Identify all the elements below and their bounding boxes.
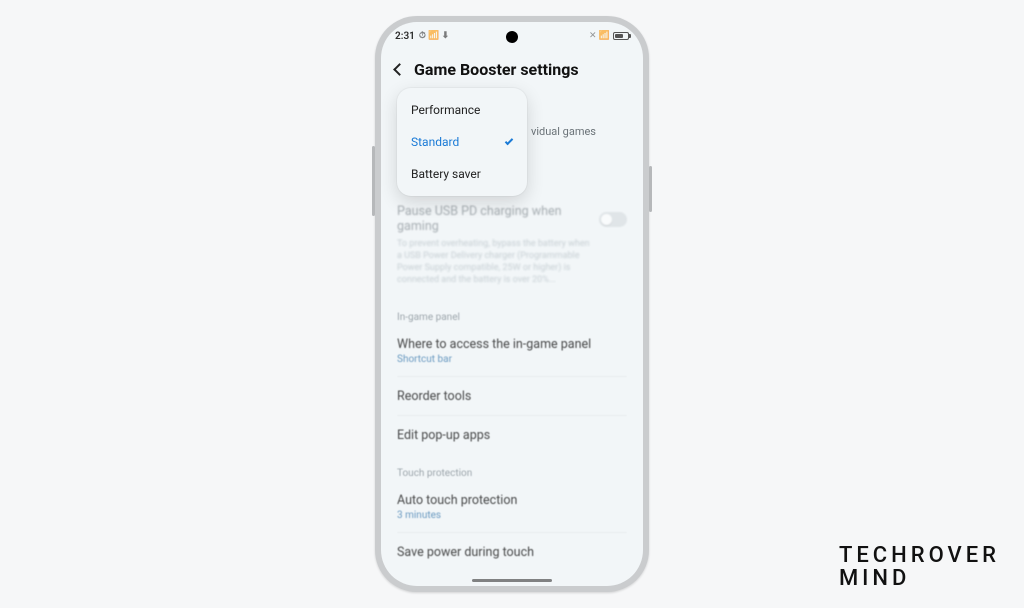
toggle-knob <box>601 214 612 225</box>
pause-usb-title: Pause USB PD charging when gaming <box>397 204 591 234</box>
row-auto-touch-protection[interactable]: Auto touch protection 3 minutes <box>397 483 627 530</box>
divider <box>397 532 627 533</box>
perf-option-label: Battery saver <box>411 167 481 181</box>
watermark: TECHROVER MIND <box>839 544 1000 590</box>
power-button <box>649 166 652 212</box>
pause-usb-desc: To prevent overheating, bypass the batte… <box>397 238 591 287</box>
status-right: ✕ 📶 <box>589 31 629 41</box>
status-left: 2:31 ⏱ 📶 ⬇ <box>395 31 449 42</box>
watermark-line2: MIND <box>839 567 1000 590</box>
row-reorder-tools[interactable]: Reorder tools <box>397 379 627 413</box>
reorder-title: Reorder tools <box>397 389 627 404</box>
volume-button <box>372 146 375 216</box>
auto-touch-title: Auto touch protection <box>397 493 627 508</box>
perf-option-label: Standard <box>411 135 459 149</box>
section-in-game-panel: In-game panel <box>397 296 627 327</box>
section-touch-protection: Touch protection <box>397 452 627 483</box>
page-title: Game Booster settings <box>414 60 579 79</box>
access-title: Where to access the in-game panel <box>397 337 627 352</box>
home-indicator[interactable] <box>472 579 552 582</box>
front-camera <box>506 31 518 43</box>
auto-touch-value: 3 minutes <box>397 510 627 521</box>
status-left-icons: ⏱ 📶 ⬇ <box>419 31 449 41</box>
status-right-icons: ✕ 📶 <box>589 31 610 41</box>
edit-popup-title: Edit pop-up apps <box>397 428 627 443</box>
row-edit-popup-apps[interactable]: Edit pop-up apps <box>397 418 627 452</box>
divider <box>397 415 627 416</box>
row-save-power-touch[interactable]: Save power during touch <box>397 535 627 564</box>
save-power-title: Save power during touch <box>397 545 627 560</box>
back-icon[interactable] <box>393 63 406 76</box>
perf-option-performance[interactable]: Performance <box>397 94 527 126</box>
phone-frame: 2:31 ⏱ 📶 ⬇ ✕ 📶 Game Booster settings vid… <box>375 16 649 592</box>
perf-option-standard[interactable]: Standard <box>397 126 527 158</box>
status-time: 2:31 <box>395 31 415 42</box>
battery-icon <box>613 32 629 40</box>
divider <box>397 376 627 377</box>
title-bar: Game Booster settings <box>395 60 629 79</box>
watermark-line1: TECHROVER <box>839 544 1000 567</box>
row-pause-usb-charging[interactable]: Pause USB PD charging when gaming To pre… <box>397 194 627 296</box>
phone-screen: 2:31 ⏱ 📶 ⬇ ✕ 📶 Game Booster settings vid… <box>381 22 643 586</box>
pause-usb-toggle[interactable] <box>599 212 627 227</box>
check-icon <box>505 136 513 144</box>
peek-text: vidual games <box>531 125 596 138</box>
perf-option-label: Performance <box>411 103 480 117</box>
performance-dropdown[interactable]: Performance Standard Battery saver <box>397 88 527 196</box>
access-value: Shortcut bar <box>397 354 627 365</box>
perf-option-battery-saver[interactable]: Battery saver <box>397 158 527 190</box>
row-access-in-game-panel[interactable]: Where to access the in-game panel Shortc… <box>397 327 627 374</box>
